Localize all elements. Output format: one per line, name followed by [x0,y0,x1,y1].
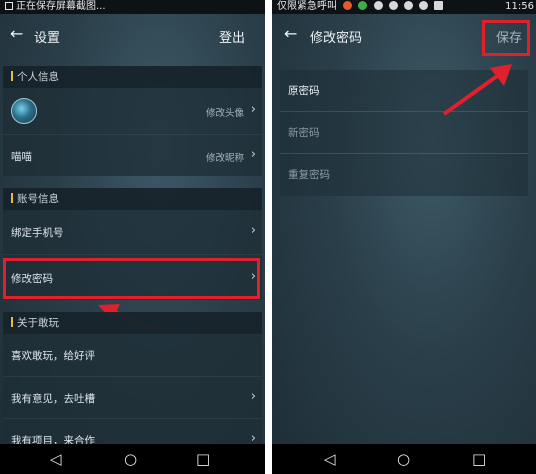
bind-phone-row[interactable]: 绑定手机号 › [3,210,262,254]
section-header: 个人信息 [3,66,262,88]
chevron-right-icon: › [250,102,256,117]
new-password-input[interactable] [280,112,528,153]
chevron-right-icon: › [250,147,256,162]
navigation-bar: ◁ ○ □ [272,444,536,474]
status-text: 仅限紧急呼叫 [277,1,337,12]
personal-info-section: 个人信息 修改头像 › 喵喵 修改昵称 › [3,66,262,176]
accent-bar [11,71,13,81]
section-header-label: 账号信息 [17,193,59,205]
app-bar: ← 设置 登出 [0,14,265,56]
status-clock: 11:56 [505,1,534,12]
home-circle-icon[interactable]: ○ [397,451,410,467]
chevron-right-icon: › [250,389,256,404]
battery-icon [434,1,444,10]
feedback-label: 我有意见，去吐槽 [11,393,95,405]
weibo-icon [373,1,383,10]
highlight-box [3,258,260,299]
recents-square-icon[interactable]: □ [472,451,486,467]
change-nickname-label: 修改昵称 [205,153,244,164]
back-triangle-icon[interactable]: ◁ [50,451,62,467]
change-password-screen: 仅限紧急呼叫 11:56 ← 修改密码 保存 ◁ ○ □ [272,0,536,474]
highlight-box [482,20,530,56]
new-password-field[interactable] [280,112,528,154]
notification-icon [388,1,398,10]
repeat-password-field[interactable] [280,154,528,196]
notification-icon [358,1,368,10]
back-arrow-icon[interactable]: ← [284,25,297,43]
rate-app-row[interactable]: 喜欢敢玩，给好评 [3,334,262,376]
nickname-label: 喵喵 [11,151,32,163]
avatar [11,98,37,124]
settings-screen: 正在保存屏幕截图... ← 设置 登出 个人信息 修改头像 › 喵喵 修改昵称 … [0,0,265,474]
section-header-label: 关于敢玩 [17,317,59,329]
wifi-icon [419,1,429,10]
status-bar: 仅限紧急呼叫 11:56 [272,0,536,14]
avatar-row[interactable]: 修改头像 › [3,88,262,134]
back-arrow-icon[interactable]: ← [10,25,23,43]
page-title: 修改密码 [310,31,363,46]
notification-icon [403,1,413,10]
accent-bar [11,193,13,203]
navigation-bar: ◁ ○ □ [0,444,265,474]
bind-phone-label: 绑定手机号 [11,227,64,239]
screenshot-icon [5,2,13,10]
feedback-row[interactable]: 我有意见，去吐槽 › [3,376,262,418]
change-avatar-label: 修改头像 [205,108,244,119]
section-header-label: 个人信息 [17,71,59,83]
section-header: 关于敢玩 [3,312,262,334]
home-circle-icon[interactable]: ○ [124,451,137,467]
recents-square-icon[interactable]: □ [196,451,210,467]
rate-app-label: 喜欢敢玩，给好评 [11,350,95,362]
chevron-right-icon: › [250,223,256,238]
notification-icon [343,1,353,10]
logout-button[interactable]: 登出 [219,27,245,46]
red-arrow-icon [442,64,512,116]
section-header: 账号信息 [3,188,262,210]
page-title: 设置 [34,31,61,46]
repeat-password-input[interactable] [280,154,528,196]
about-section: 关于敢玩 喜欢敢玩，给好评 我有意见，去吐槽 › 我有项目，来合作 › [3,312,262,447]
nickname-row[interactable]: 喵喵 修改昵称 › [3,134,262,176]
accent-bar [11,317,13,327]
status-bar: 正在保存屏幕截图... [0,0,265,14]
status-text: 正在保存屏幕截图... [16,1,106,12]
back-triangle-icon[interactable]: ◁ [324,451,336,467]
